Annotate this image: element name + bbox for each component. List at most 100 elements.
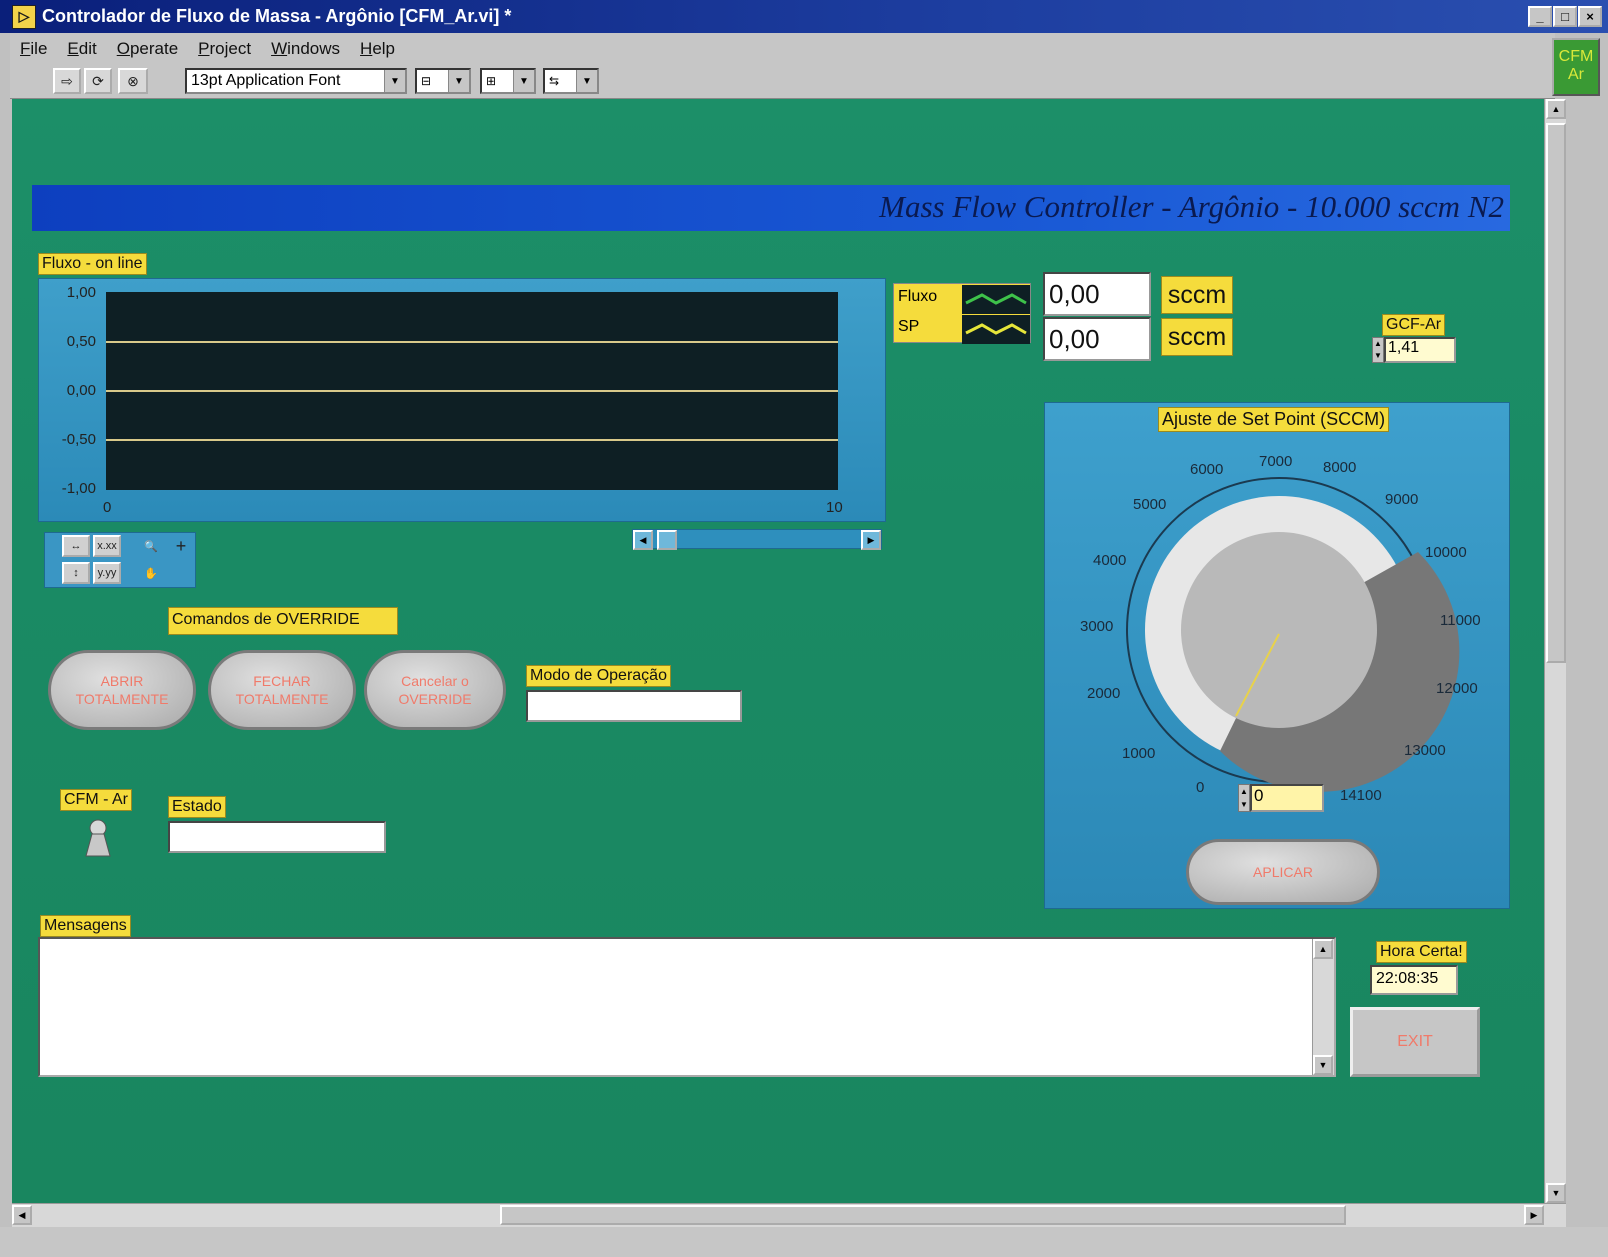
align-icon: ⊟ xyxy=(421,74,432,88)
graph-x-scrollbar[interactable]: ◀ ▶ xyxy=(632,529,882,550)
y-format-button[interactable]: y.yy xyxy=(93,562,121,584)
open-fully-line1: ABRIR xyxy=(100,673,144,689)
cursor-plus-icon[interactable]: + xyxy=(167,535,195,557)
toolbar: ⇨ ⟳ ⊗ 13pt Application Font ▼ ⊟ ▼ ⊞ ▼ ⇆ … xyxy=(10,65,1555,99)
open-fully-button[interactable]: ABRIR TOTALMENTE xyxy=(48,650,196,730)
minimize-button[interactable]: _ xyxy=(1528,6,1552,27)
scroll-right-icon[interactable]: ▶ xyxy=(861,530,881,550)
distribute-objects-select[interactable]: ⊞ ▼ xyxy=(480,68,536,94)
abort-stop-icon[interactable]: ⊗ xyxy=(118,68,148,94)
gcf-input[interactable]: 1,41 xyxy=(1384,337,1456,363)
cancel-override-line1: Cancelar o xyxy=(401,673,469,689)
dial-tick: 1000 xyxy=(1122,745,1156,762)
dial-tick: 4000 xyxy=(1093,552,1127,569)
menu-operate[interactable]: Operate xyxy=(117,39,178,59)
menu-edit[interactable]: Edit xyxy=(67,39,96,59)
scroll-thumb[interactable] xyxy=(657,530,677,550)
gridline xyxy=(106,439,838,441)
window-title: Controlador de Fluxo de Massa - Argônio … xyxy=(42,6,512,26)
run-continuously-icon[interactable]: ⟳ xyxy=(84,68,112,94)
title-bar: ▷ Controlador de Fluxo de Massa - Argôni… xyxy=(0,0,1608,33)
messages-scrollbar[interactable]: ▲ ▼ xyxy=(1312,939,1334,1075)
dial-tick: 5000 xyxy=(1133,496,1167,513)
y-autoscale-icon[interactable]: ↕ xyxy=(62,562,90,584)
gridline xyxy=(106,341,838,343)
close-fully-line2: TOTALMENTE xyxy=(235,691,329,707)
pan-hand-icon[interactable]: ✋ xyxy=(137,562,165,584)
clock-display: 22:08:35 xyxy=(1370,965,1458,995)
dial-tick: 14100 xyxy=(1340,787,1382,804)
scroll-left-icon[interactable]: ◀ xyxy=(633,530,653,550)
dial-tick: 10000 xyxy=(1425,544,1467,561)
window-vertical-scrollbar[interactable]: ▲ ▼ xyxy=(1544,99,1566,1203)
scroll-down-icon[interactable]: ▼ xyxy=(1313,1055,1333,1075)
maximize-button[interactable]: □ xyxy=(1553,6,1577,27)
reorder-select[interactable]: ⇆ ▼ xyxy=(543,68,599,94)
legend-fluxo-swatch xyxy=(962,285,1030,314)
scroll-right-icon[interactable]: ▶ xyxy=(1524,1205,1544,1225)
sp-unit-label: sccm xyxy=(1161,318,1233,356)
close-fully-button[interactable]: FECHAR TOTALMENTE xyxy=(208,650,356,730)
sp-value-display: 0,00 xyxy=(1043,317,1151,361)
setpoint-input[interactable]: 0 xyxy=(1250,784,1324,812)
x-format-button[interactable]: x.xx xyxy=(93,535,121,557)
cancel-override-button[interactable]: Cancelar o OVERRIDE xyxy=(364,650,506,730)
scroll-up-icon[interactable]: ▲ xyxy=(1313,939,1333,959)
chevron-down-icon: ▼ xyxy=(384,70,405,92)
font-select[interactable]: 13pt Application Font ▼ xyxy=(185,68,407,94)
y-tick-label: 1,00 xyxy=(66,284,96,301)
menu-project[interactable]: Project xyxy=(198,39,251,59)
menu-help[interactable]: Help xyxy=(360,39,395,59)
fluxo-unit-label: sccm xyxy=(1161,276,1233,314)
reorder-icon: ⇆ xyxy=(549,74,560,88)
scroll-up-icon[interactable]: ▲ xyxy=(1546,99,1566,119)
dial-tick: 8000 xyxy=(1323,459,1357,476)
banner-title: Mass Flow Controller - Argônio - 10.000 … xyxy=(879,189,1504,224)
menu-windows[interactable]: Windows xyxy=(271,39,340,59)
dial-tick: 2000 xyxy=(1087,685,1121,702)
run-arrow-icon[interactable]: ⇨ xyxy=(53,68,81,94)
legend-fluxo: Fluxo xyxy=(898,288,938,305)
menu-file[interactable]: File xyxy=(20,39,47,59)
align-objects-select[interactable]: ⊟ ▼ xyxy=(415,68,471,94)
close-button[interactable]: × xyxy=(1578,6,1602,27)
y-tick-label: -0,50 xyxy=(61,431,96,448)
zoom-icon[interactable]: 🔍 xyxy=(137,535,165,557)
cfm-led-indicator xyxy=(85,819,111,857)
dial-tick: 3000 xyxy=(1080,618,1114,635)
scroll-thumb[interactable] xyxy=(500,1205,1346,1225)
x-autoscale-icon[interactable]: ↔ xyxy=(62,535,90,557)
messages-textarea[interactable]: ▲ ▼ xyxy=(38,937,1336,1077)
scroll-down-icon[interactable]: ▼ xyxy=(1546,1183,1566,1203)
header-banner: Mass Flow Controller - Argônio - 10.000 … xyxy=(32,185,1510,231)
estado-display xyxy=(168,821,386,853)
chevron-down-icon: ▼ xyxy=(448,70,469,92)
messages-content xyxy=(40,939,1334,947)
font-select-value: 13pt Application Font xyxy=(191,72,341,89)
messages-label: Mensagens xyxy=(40,915,131,937)
scroll-thumb[interactable] xyxy=(1546,123,1566,663)
apply-button[interactable]: APLICAR xyxy=(1186,839,1380,905)
graph-label: Fluxo - on line xyxy=(38,253,147,275)
dial-tick: 12000 xyxy=(1436,680,1478,697)
plot-legend: Fluxo SP xyxy=(893,283,1031,344)
x-tick-label: 0 xyxy=(103,499,112,516)
x-tick-label: 10 xyxy=(826,499,843,516)
vi-icon-line2: Ar xyxy=(1568,66,1584,83)
mode-label: Modo de Operação xyxy=(526,665,671,687)
exit-button[interactable]: EXIT xyxy=(1350,1007,1480,1077)
graph-palette: ↔ x.xx ↕ y.yy 🔍 + ✋ xyxy=(44,532,196,588)
y-tick-label: 0,50 xyxy=(66,333,96,350)
setpoint-increment-icon[interactable]: ▲ ▼ xyxy=(1238,784,1250,812)
dial-tick: 6000 xyxy=(1190,461,1224,478)
legend-sp: SP xyxy=(898,318,920,335)
fluxo-value-display: 0,00 xyxy=(1043,272,1151,316)
dial-tick: 0 xyxy=(1196,779,1205,796)
dial-tick: 13000 xyxy=(1404,742,1446,759)
gcf-increment-icon[interactable]: ▲ ▼ xyxy=(1372,337,1384,363)
vi-icon: CFM Ar xyxy=(1552,38,1600,96)
scroll-left-icon[interactable]: ◀ xyxy=(12,1205,32,1225)
window-horizontal-scrollbar[interactable]: ◀ ▶ xyxy=(12,1203,1566,1227)
legend-sp-swatch xyxy=(962,315,1030,344)
distribute-icon: ⊞ xyxy=(486,74,497,88)
